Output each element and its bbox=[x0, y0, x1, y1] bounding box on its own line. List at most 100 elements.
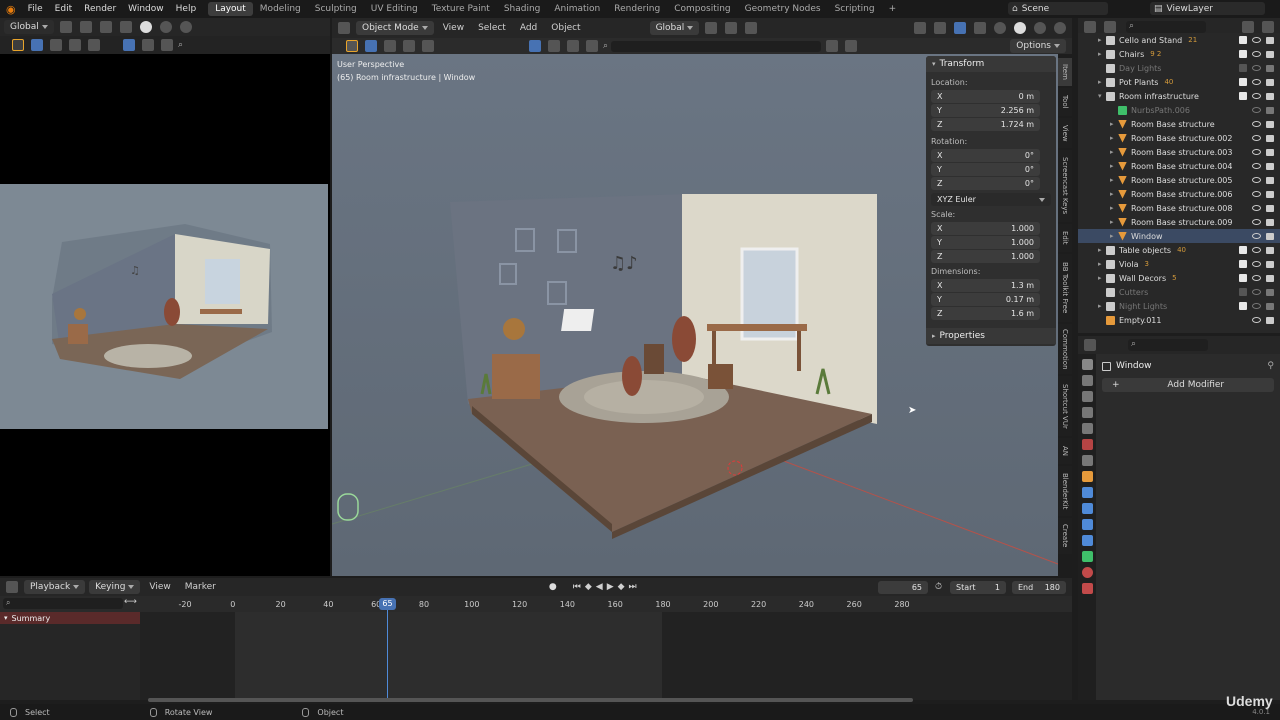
material-properties-icon[interactable] bbox=[1081, 567, 1093, 578]
properties-panel-header[interactable]: ▸ Properties bbox=[926, 328, 1056, 344]
orientation-dropdown[interactable]: Global bbox=[4, 20, 54, 34]
render-camera-icon[interactable] bbox=[1266, 316, 1274, 324]
physics-properties-icon[interactable] bbox=[1081, 519, 1093, 530]
render-camera-icon[interactable] bbox=[1266, 148, 1274, 156]
start-frame-field[interactable]: Start 1 bbox=[950, 580, 1006, 594]
select-intersect-icon[interactable] bbox=[422, 40, 434, 52]
record-icon[interactable]: ● bbox=[549, 582, 557, 592]
stopwatch-icon[interactable]: ⏱ bbox=[935, 582, 942, 592]
exclude-checkbox[interactable] bbox=[1239, 36, 1247, 44]
timeline-marker-menu[interactable]: Marker bbox=[180, 582, 221, 592]
tab-shortcut-vur[interactable]: Shortcut VUr bbox=[1058, 376, 1072, 436]
constraints-properties-icon[interactable] bbox=[1081, 535, 1093, 546]
timeline-editor-type-icon[interactable] bbox=[6, 581, 18, 593]
outliner-row[interactable]: ▸ Viola 3 bbox=[1078, 257, 1280, 271]
render-camera-icon[interactable] bbox=[1266, 120, 1274, 128]
expand-toggle-icon[interactable]: ▾ bbox=[1098, 92, 1106, 100]
outliner-row[interactable]: ▸ Chairs 9 2 bbox=[1078, 47, 1280, 61]
pivot-icon[interactable] bbox=[705, 22, 718, 34]
render-camera-icon[interactable] bbox=[1266, 190, 1274, 198]
shading-solid-icon[interactable] bbox=[139, 21, 152, 33]
render-camera-icon[interactable] bbox=[1266, 64, 1274, 72]
shading-rendered-icon[interactable] bbox=[179, 21, 192, 33]
snap-icon[interactable] bbox=[79, 21, 92, 33]
outliner-row[interactable]: Cutters bbox=[1078, 285, 1280, 299]
render-camera-icon[interactable] bbox=[1266, 288, 1274, 296]
object-properties-icon[interactable] bbox=[1081, 471, 1093, 482]
select-mode-intersect-icon[interactable] bbox=[88, 39, 100, 51]
eye-icon[interactable] bbox=[1252, 107, 1261, 113]
timeline-search-field[interactable]: ⌕ bbox=[3, 598, 123, 609]
particles-properties-icon[interactable] bbox=[1081, 503, 1093, 514]
scene-selector[interactable]: ⌂ Scene bbox=[1008, 2, 1108, 15]
tab-sculpting[interactable]: Sculpting bbox=[308, 2, 364, 16]
texture-properties-icon[interactable] bbox=[1081, 583, 1093, 594]
render-camera-icon[interactable] bbox=[1266, 36, 1274, 44]
tool-properties-icon[interactable] bbox=[1081, 359, 1093, 370]
viewport-menu-add[interactable]: Add bbox=[515, 23, 542, 33]
next-keyframe-icon[interactable]: ◆ bbox=[618, 582, 625, 592]
tab-view[interactable]: View bbox=[1058, 118, 1072, 148]
rotation-mode-dropdown[interactable]: XYZ Euler bbox=[931, 193, 1051, 206]
eye-icon[interactable] bbox=[1252, 37, 1261, 43]
transform-panel-header[interactable]: ▾ Transform bbox=[926, 56, 1056, 72]
eye-icon[interactable] bbox=[1252, 163, 1261, 169]
timeline-view-menu[interactable]: View bbox=[144, 582, 175, 592]
eye-icon[interactable] bbox=[1252, 219, 1261, 225]
viewport-search-field[interactable] bbox=[611, 40, 822, 52]
tab-an[interactable]: AN bbox=[1058, 438, 1072, 464]
menu-window[interactable]: Window bbox=[122, 4, 170, 14]
viewport-menu-select[interactable]: Select bbox=[473, 23, 511, 33]
material-shading-icon[interactable] bbox=[1034, 22, 1046, 34]
outliner-filter-icon[interactable] bbox=[1242, 21, 1254, 33]
rotation-y-field[interactable]: Y 0° bbox=[931, 163, 1040, 176]
modifier-properties-icon[interactable] bbox=[1081, 487, 1093, 498]
tab-tool[interactable]: Tool bbox=[1058, 88, 1072, 116]
eye-icon[interactable] bbox=[1252, 93, 1261, 99]
new-collection-icon[interactable] bbox=[1262, 21, 1274, 33]
current-frame-field[interactable]: 65 bbox=[878, 580, 928, 594]
outliner-editor-type-icon[interactable] bbox=[1084, 21, 1096, 33]
tab-bb-toolkit[interactable]: BB Toolkit Free bbox=[1058, 254, 1072, 322]
expand-toggle-icon[interactable]: ▸ bbox=[1098, 302, 1106, 310]
overlays-icon[interactable] bbox=[954, 22, 966, 34]
expand-toggle-icon[interactable]: ▸ bbox=[1098, 274, 1106, 282]
menu-edit[interactable]: Edit bbox=[49, 4, 78, 14]
eye-icon[interactable] bbox=[1252, 177, 1261, 183]
timeline-ruler[interactable] bbox=[0, 596, 1072, 612]
expand-toggle-icon[interactable]: ▸ bbox=[1110, 148, 1118, 156]
outliner-row[interactable]: ▸ Night Lights bbox=[1078, 299, 1280, 313]
eye-icon[interactable] bbox=[1252, 317, 1261, 323]
filter-camera-type-icon[interactable] bbox=[586, 40, 598, 52]
expand-toggle-icon[interactable]: ▸ bbox=[1110, 162, 1118, 170]
viewport-menu-object[interactable]: Object bbox=[546, 23, 585, 33]
outliner-row[interactable]: Empty.011 bbox=[1078, 313, 1280, 327]
add-workspace-button[interactable]: + bbox=[882, 2, 904, 16]
tab-screencast-keys[interactable]: Screencast Keys bbox=[1058, 150, 1072, 222]
dimensions-x-field[interactable]: X 1.3 m bbox=[931, 279, 1040, 292]
expand-toggle-icon[interactable]: ▸ bbox=[1110, 120, 1118, 128]
eye-icon[interactable] bbox=[1252, 191, 1261, 197]
scene-properties-icon[interactable] bbox=[1081, 423, 1093, 434]
select-extend-icon[interactable] bbox=[384, 40, 396, 52]
render-camera-icon[interactable] bbox=[1266, 218, 1274, 226]
render-camera-icon[interactable] bbox=[1266, 246, 1274, 254]
render-camera-icon[interactable] bbox=[1266, 204, 1274, 212]
eye-icon[interactable] bbox=[1252, 205, 1261, 211]
menu-help[interactable]: Help bbox=[170, 4, 203, 14]
outliner-row[interactable]: ▸ Room Base structure.009 bbox=[1078, 215, 1280, 229]
filter-funnel-icon[interactable] bbox=[845, 40, 858, 52]
render-camera-icon[interactable] bbox=[1266, 274, 1274, 282]
render-camera-icon[interactable] bbox=[1266, 134, 1274, 142]
display-mode-icon[interactable] bbox=[1104, 21, 1116, 33]
outliner-row[interactable]: ▸ Room Base structure.004 bbox=[1078, 159, 1280, 173]
jump-end-icon[interactable]: ⏭ bbox=[629, 582, 637, 592]
select-mode-extend-icon[interactable] bbox=[50, 39, 62, 51]
tab-scripting[interactable]: Scripting bbox=[828, 2, 882, 16]
menu-render[interactable]: Render bbox=[78, 4, 122, 14]
render-properties-icon[interactable] bbox=[1081, 375, 1093, 386]
expand-toggle-icon[interactable]: ▸ bbox=[1098, 246, 1106, 254]
outliner-row[interactable]: ▸ Room Base structure.002 bbox=[1078, 131, 1280, 145]
expand-toggle-icon[interactable]: ▸ bbox=[1098, 36, 1106, 44]
jump-start-icon[interactable]: ⏮ bbox=[573, 582, 581, 592]
